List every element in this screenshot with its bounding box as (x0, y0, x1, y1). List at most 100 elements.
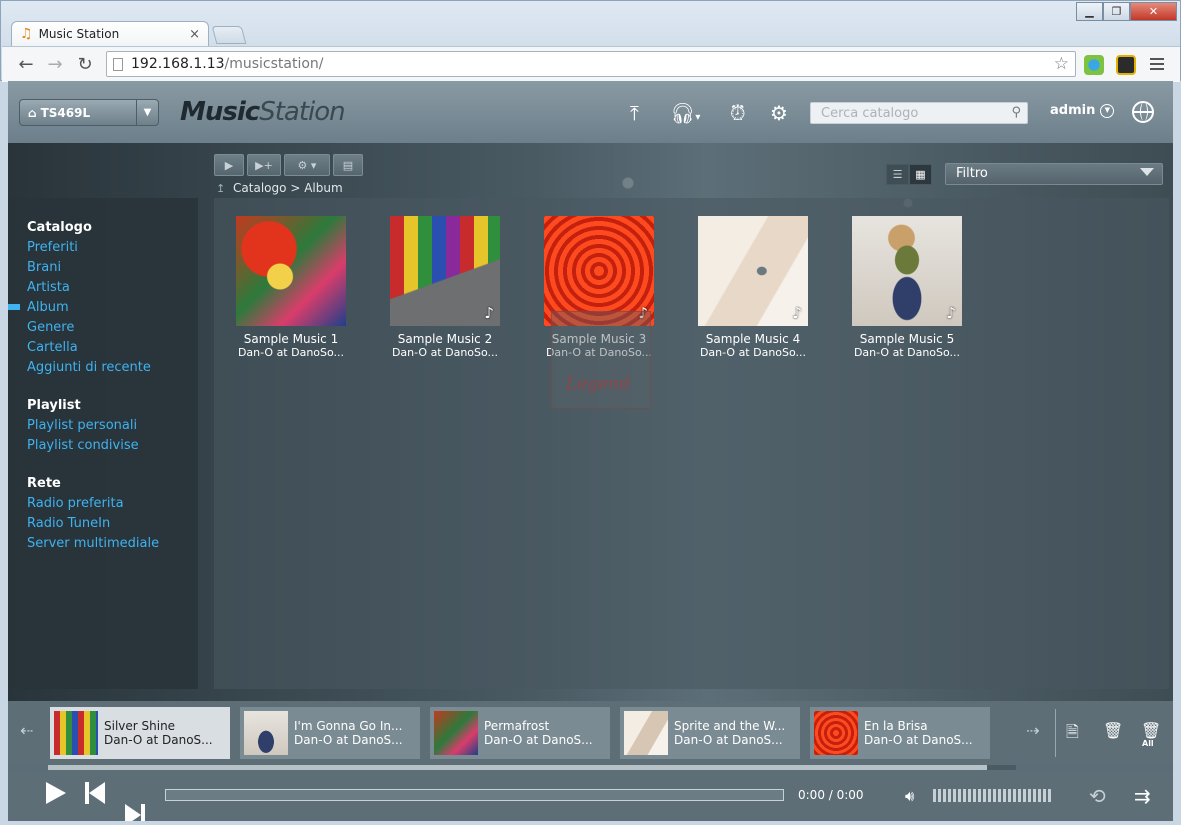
play-icon[interactable] (46, 782, 66, 804)
album-artist: Dan-O at DanoSo... (391, 346, 499, 359)
volume-tick (968, 789, 971, 802)
sidebar-item-preferiti[interactable]: Preferiti (8, 238, 198, 258)
repeat-icon[interactable]: ⟲ (1089, 784, 1106, 808)
close-window-button[interactable]: ✕ (1130, 2, 1177, 21)
sidebar: Catalogo Preferiti Brani Artista Album G… (8, 198, 198, 689)
queue-item[interactable]: I'm Gonna Go In... Dan-O at DanoS... (240, 707, 420, 759)
maximize-button[interactable]: ❐ (1103, 2, 1130, 21)
sidebar-item-playlist-personali[interactable]: Playlist personali (8, 416, 198, 436)
funnel-icon[interactable] (1140, 168, 1154, 176)
upload-icon[interactable]: ⤒ (630, 101, 639, 125)
queue-item[interactable]: En la Brisa Dan-O at DanoS... (810, 707, 990, 759)
info-button[interactable]: ▤ (333, 154, 363, 176)
headphones-icon[interactable]: 🎧︎▾ (670, 101, 700, 125)
sidebar-group-catalogo: Catalogo Preferiti Brani Artista Album G… (8, 218, 198, 378)
sidebar-item-radio-preferita[interactable]: Radio preferita (8, 494, 198, 514)
sidebar-header: Rete (27, 476, 61, 491)
volume-slider[interactable] (933, 789, 1051, 802)
nas-selector[interactable]: ⌂ TS469L ▼ (19, 99, 159, 126)
queue-scrollbar[interactable] (48, 765, 1016, 770)
settings-dropdown-button[interactable]: ⚙ ▾ (284, 154, 330, 176)
sidebar-item-cartella[interactable]: Cartella (8, 338, 198, 358)
up-arrow-icon[interactable]: ↥ (216, 182, 225, 195)
filter-dropdown[interactable]: Filtro (945, 163, 1163, 185)
browser-chrome: ♫ Music Station × ▁ ❐ ✕ ← → ↻ 192.168.1.… (0, 0, 1181, 82)
queue-artist: Dan-O at DanoS... (864, 733, 973, 747)
list-view-icon[interactable]: ☰ (886, 164, 909, 185)
tab-close-icon[interactable]: × (189, 27, 200, 42)
volume-icon[interactable]: 🔊︎ (905, 787, 914, 805)
queue-item[interactable]: Sprite and the W... Dan-O at DanoS... (620, 707, 800, 759)
album-artist: Dan-O at DanoSo... (237, 346, 345, 359)
delete-all-icon[interactable]: 🗑︎ All (1141, 721, 1161, 748)
sidebar-item-genere[interactable]: Genere (8, 318, 198, 338)
sidebar-item-server-multimediale[interactable]: Server multimediale (8, 534, 198, 554)
chevron-down-icon[interactable]: ▼ (136, 100, 158, 125)
volume-tick (1028, 789, 1031, 802)
breadcrumb: ↥ Catalogo > Album (216, 181, 343, 195)
sidebar-item-artista[interactable]: Artista (8, 278, 198, 298)
album-grid: Sample Music 1 Dan-O at DanoSo... ♪ Samp… (214, 198, 1169, 689)
sidebar-item-playlist-condivise[interactable]: Playlist condivise (8, 436, 198, 456)
app-header: ⌂ TS469L ▼ MusicStation ⤒ 🎧︎▾ ⏰︎ ⚙ ⚲ adm… (8, 81, 1173, 143)
volume-tick (963, 789, 966, 802)
breadcrumb-separator: > (290, 181, 301, 195)
album-cover: ♪ (852, 216, 962, 326)
album-card[interactable]: ♪ Sample Music 2 Dan-O at DanoSo... (390, 216, 500, 359)
queue-item[interactable]: Silver Shine Dan-O at DanoS... (50, 707, 230, 759)
address-bar[interactable]: 192.168.1.13/musicstation/ ☆ (106, 51, 1076, 77)
queue-title: Permafrost (484, 719, 550, 733)
play-button[interactable]: ▶ (214, 154, 244, 176)
queue-thumbnail (54, 711, 98, 755)
next-track-icon[interactable] (123, 804, 145, 821)
queue-next-arrow-icon[interactable]: ⇢ (1026, 721, 1039, 740)
language-globe-icon[interactable] (1132, 101, 1154, 123)
alarm-clock-icon[interactable]: ⏰︎ (730, 101, 746, 125)
gear-icon[interactable]: ⚙ (770, 101, 788, 125)
shuffle-icon[interactable]: ⇉ (1134, 784, 1151, 808)
album-card[interactable]: ♪ Sample Music 5 Dan-O at DanoSo... (852, 216, 962, 359)
search-input[interactable] (811, 103, 1001, 123)
volume-tick (1018, 789, 1021, 802)
reload-icon[interactable]: ↻ (74, 54, 96, 75)
queue-prev-arrow-icon[interactable]: ⇠ (20, 721, 33, 740)
sidebar-item-radio-tunein[interactable]: Radio TuneIn (8, 514, 198, 534)
queue-item[interactable]: Permafrost Dan-O at DanoS... (430, 707, 610, 759)
volume-tick (988, 789, 991, 802)
search-icon[interactable]: ⚲ (1011, 105, 1021, 120)
forward-icon[interactable]: → (44, 54, 66, 75)
queue-thumbnail (434, 711, 478, 755)
user-menu[interactable]: admin ▼ (1050, 103, 1115, 118)
menu-icon[interactable] (1150, 55, 1164, 73)
breadcrumb-current: Album (304, 181, 343, 195)
trash-icon[interactable]: 🗑︎ (1103, 721, 1123, 740)
add-to-queue-button[interactable]: ▶+ (247, 154, 281, 176)
save-playlist-icon[interactable]: 🗎 (1066, 721, 1079, 748)
queue-scrollbar-thumb[interactable] (48, 765, 987, 770)
sidebar-header: Catalogo (27, 220, 92, 235)
browser-tab[interactable]: ♫ Music Station × (11, 21, 209, 46)
skype-extension-icon[interactable] (1084, 55, 1104, 75)
breadcrumb-root[interactable]: Catalogo (233, 181, 286, 195)
volume-tick (998, 789, 1001, 802)
sidebar-item-brani[interactable]: Brani (8, 258, 198, 278)
previous-track-icon[interactable] (85, 782, 107, 804)
grid-view-icon[interactable]: ▦ (909, 164, 932, 185)
sidebar-item-album[interactable]: Album (8, 298, 198, 318)
chevron-down-icon[interactable]: ▾ (695, 112, 700, 123)
browser-toolbar: ← → ↻ 192.168.1.13/musicstation/ ☆ (2, 46, 1180, 82)
chevron-down-icon[interactable]: ▼ (1100, 103, 1115, 118)
seek-bar[interactable] (165, 789, 784, 801)
album-title: Sample Music 2 (397, 332, 493, 346)
volume-tick (978, 789, 981, 802)
sidebar-item-aggiunti-di-recente[interactable]: Aggiunti di recente (8, 358, 198, 378)
album-card[interactable]: Sample Music 1 Dan-O at DanoSo... (236, 216, 346, 359)
music-station-app: ⌂ TS469L ▼ MusicStation ⤒ 🎧︎▾ ⏰︎ ⚙ ⚲ adm… (8, 81, 1173, 821)
extension-icon[interactable] (1116, 55, 1136, 75)
back-icon[interactable]: ← (15, 54, 37, 75)
new-tab-button[interactable] (211, 26, 247, 44)
minimize-button[interactable]: ▁ (1076, 2, 1103, 21)
bookmark-star-icon[interactable]: ☆ (1054, 54, 1069, 74)
filter-label: Filtro (956, 166, 988, 181)
album-card[interactable]: ♪ Sample Music 4 Dan-O at DanoSo... (698, 216, 808, 359)
